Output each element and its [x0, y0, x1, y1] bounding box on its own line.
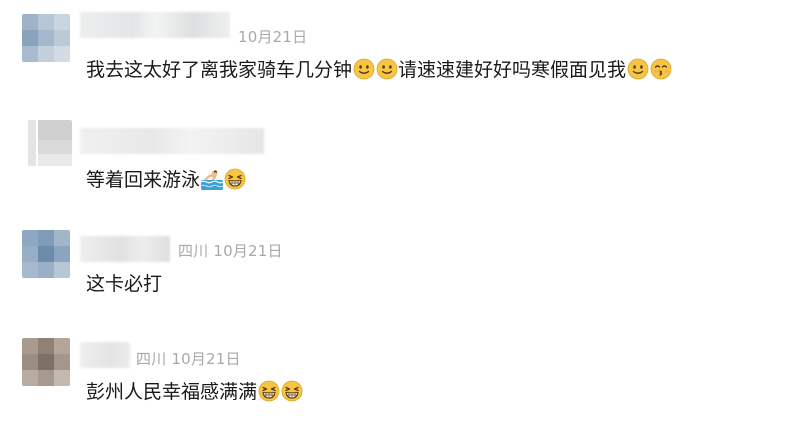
username-blurred[interactable] — [80, 12, 230, 38]
comment-meta: 四川 10月21日 — [178, 242, 283, 260]
grinning-squinting-face-icon — [281, 380, 303, 402]
comment-text-segment: 我去这太好了离我家骑车几分钟 — [86, 59, 353, 81]
username-blurred[interactable] — [80, 342, 130, 368]
username-blurred[interactable] — [80, 236, 170, 262]
username-blurred[interactable] — [80, 128, 264, 154]
comment-text: 我去这太好了离我家骑车几分钟 请速速建好好吗寒假面见我 — [86, 56, 672, 84]
comment-text-segment: 这卡必打 — [86, 273, 163, 295]
slightly-smiling-face-icon — [627, 58, 649, 80]
comment-text-segment: 彭州人民幸福感满满 — [86, 381, 258, 403]
comment-meta: 四川 10月21日 — [136, 350, 241, 368]
slightly-smiling-face-icon — [353, 58, 375, 80]
avatar[interactable] — [22, 230, 70, 278]
comment-text: 彭州人民幸福感满满 — [86, 378, 303, 406]
kissing-face-icon — [650, 58, 672, 80]
grinning-squinting-face-icon — [258, 380, 280, 402]
avatar[interactable] — [22, 14, 70, 62]
comment-text: 等着回来游泳 — [86, 166, 246, 194]
comment-text: 这卡必打 — [86, 270, 162, 298]
comment-text-segment: 等着回来游泳 — [86, 169, 201, 191]
avatar[interactable] — [22, 338, 70, 386]
comment-meta: 10月21日 — [238, 28, 308, 46]
comment-text-segment: 请速速建好好吗寒假面见我 — [398, 59, 627, 81]
swimmer-icon — [200, 168, 223, 190]
grinning-squinting-face-icon — [224, 168, 246, 190]
slightly-smiling-face-icon — [376, 58, 398, 80]
avatar[interactable] — [28, 120, 72, 166]
